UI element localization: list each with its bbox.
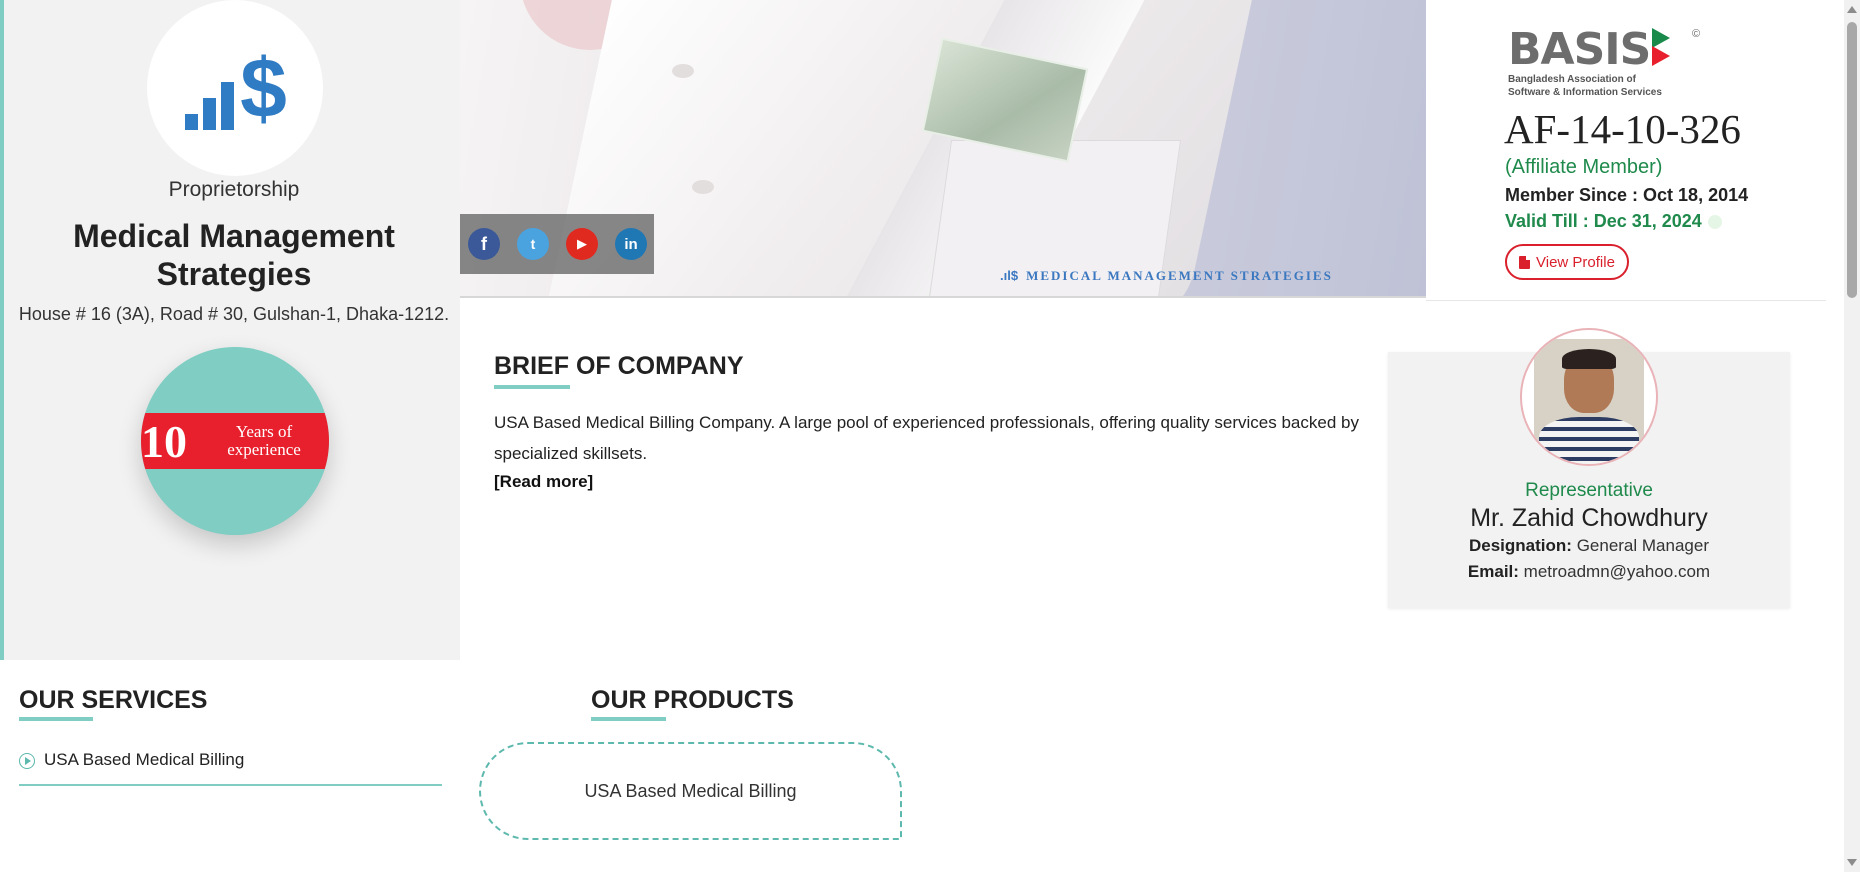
representative-role: Representative (1525, 480, 1653, 501)
experience-badge: 10 Years of experience (141, 347, 329, 535)
representative-email: Email: metroadmn@yahoo.com (1388, 562, 1790, 582)
representative-designation: Designation: General Manager (1388, 536, 1790, 556)
avatar (1534, 338, 1644, 464)
list-item: USA Based Medical Billing (19, 750, 442, 786)
email-value: metroadmn@yahoo.com (1523, 562, 1711, 581)
banner-tagline: .ıl$ MEDICAL MANAGEMENT STRATEGIES (1000, 268, 1333, 284)
play-circle-icon (19, 753, 35, 769)
banner-coat-button (692, 180, 714, 194)
read-more-link[interactable]: [Read more] (494, 472, 593, 492)
brief-title: BRIEF OF COMPANY (494, 352, 744, 380)
banner-coat-button (672, 64, 694, 78)
company-logo-mark: $ (185, 41, 287, 135)
pdf-icon (1519, 255, 1530, 269)
twitter-icon[interactable]: t (517, 228, 549, 260)
company-logo: $ (147, 0, 323, 176)
basis-logo-subtitle-2: Software & Information Services (1508, 87, 1662, 98)
scroll-down-icon[interactable] (1847, 859, 1857, 866)
valid-till-text: Valid Till : Dec 31, 2024 (1505, 211, 1702, 231)
experience-label: Years of experience (227, 422, 301, 459)
view-profile-button[interactable]: View Profile (1505, 244, 1629, 280)
scroll-up-icon[interactable] (1847, 6, 1857, 13)
youtube-icon[interactable]: ▶ (566, 228, 598, 260)
email-label: Email: (1467, 562, 1519, 581)
member-id: AF-14-10-326 (1504, 106, 1741, 152)
basis-logo-subtitle-1: Bangladesh Association of (1508, 74, 1636, 85)
product-label: USA Based Medical Billing (584, 780, 797, 801)
representative-photo (1520, 328, 1658, 466)
facebook-icon[interactable]: f (468, 228, 500, 260)
service-label: USA Based Medical Billing (44, 750, 245, 769)
company-address: House # 16 (3A), Road # 30, Gulshan-1, D… (18, 304, 450, 324)
company-name: Medical Management Strategies (73, 218, 395, 292)
products-title: OUR PRODUCTS (591, 686, 794, 714)
banner-logo-mark: .ıl$ (1000, 268, 1019, 283)
bar-chart-icon (185, 70, 235, 130)
scrollbar-thumb[interactable] (1847, 22, 1857, 298)
company-banner: .ıl$ MEDICAL MANAGEMENT STRATEGIES f t ▶ … (460, 0, 1426, 298)
dollar-icon: $ (240, 41, 287, 135)
basis-logo-word: BASIS (1508, 24, 1651, 75)
company-info-panel: $ Proprietorship Medical Management Stra… (0, 0, 460, 660)
title-underline (591, 717, 666, 721)
organization-type: Proprietorship (168, 178, 300, 201)
linkedin-icon[interactable]: in (615, 228, 647, 260)
vertical-scrollbar[interactable] (1844, 0, 1860, 872)
designation-label: Designation: (1469, 536, 1572, 555)
divider (1426, 300, 1826, 301)
representative-name: Mr. Zahid Chowdhury (1470, 504, 1708, 532)
brief-text: USA Based Medical Billing Company. A lar… (494, 413, 1359, 463)
designation-value: General Manager (1576, 536, 1709, 555)
status-dot-icon (1707, 215, 1722, 229)
member-since: Member Since : Oct 18, 2014 (1505, 185, 1749, 205)
title-underline (494, 385, 570, 389)
basis-logo: BASIS © Bangladesh Association of Softwa… (1508, 24, 1708, 99)
experience-years: 10 (141, 415, 187, 467)
experience-band: 10 Years of experience (141, 413, 329, 469)
services-title: OUR SERVICES (19, 686, 208, 714)
title-underline (19, 717, 93, 721)
valid-till: Valid Till : Dec 31, 2024 (1505, 211, 1722, 232)
product-card[interactable]: USA Based Medical Billing (479, 742, 902, 840)
social-links-bar: f t ▶ in (460, 214, 654, 274)
registered-icon: © (1692, 28, 1701, 40)
basis-flag-icon (1652, 28, 1678, 66)
member-type: (Affiliate Member) (1505, 156, 1663, 178)
banner-tagline-text: MEDICAL MANAGEMENT STRATEGIES (1026, 268, 1333, 283)
view-profile-label: View Profile (1536, 253, 1615, 271)
